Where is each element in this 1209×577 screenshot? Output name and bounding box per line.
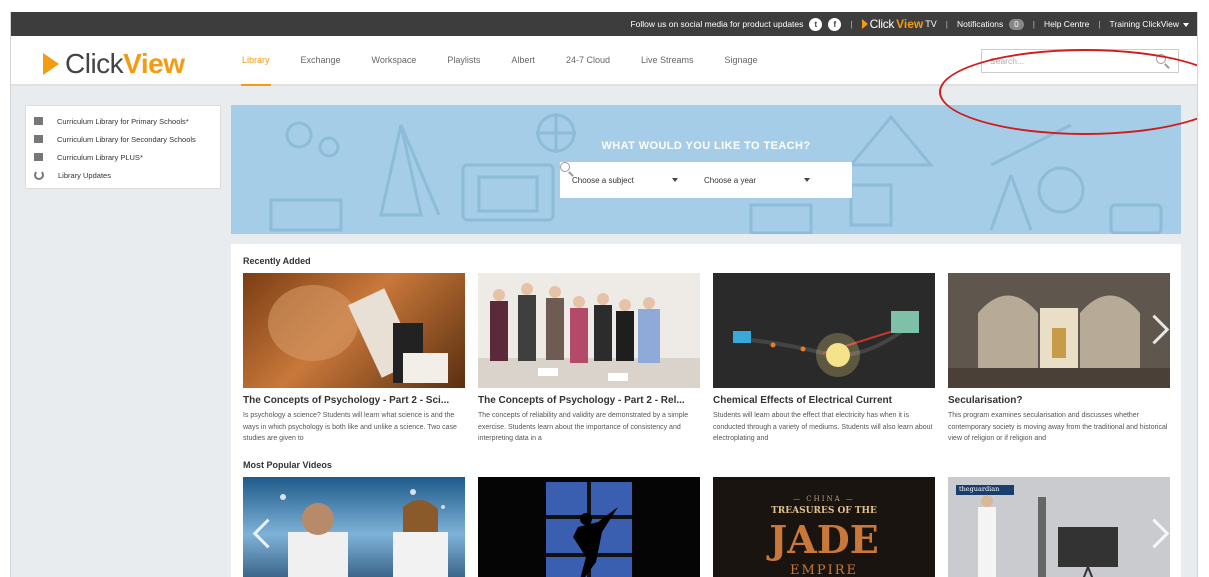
carousel-next-arrow[interactable] [1142, 313, 1164, 349]
jade-empire-text: EMPIRE [790, 563, 858, 577]
video-description: This program examines secularisation and… [948, 412, 1168, 442]
nav-live-streams[interactable]: Live Streams [640, 36, 695, 86]
nav-cloud[interactable]: 24-7 Cloud [565, 36, 611, 86]
nav-albert[interactable]: Albert [510, 36, 536, 86]
video-title[interactable]: The Concepts of Psychology - Part 2 - Sc… [243, 395, 465, 406]
refresh-icon [34, 170, 44, 180]
year-select[interactable]: Choose a year [692, 176, 824, 185]
chevron-down-icon [804, 177, 810, 182]
church-interior-image [948, 273, 1170, 388]
chevron-down-icon [1183, 23, 1189, 27]
video-card[interactable] [478, 477, 700, 577]
nav-library[interactable]: Library [241, 36, 271, 86]
twitter-icon[interactable]: t [809, 17, 823, 31]
video-card[interactable] [243, 477, 465, 577]
user-name: Training ClickView [1109, 19, 1179, 29]
logo-play-icon [43, 53, 59, 75]
video-thumbnail[interactable]: theguardian [948, 477, 1170, 577]
sidebar-item-label: Curriculum Library for Primary Schools* [57, 116, 189, 126]
play-triangle-icon [861, 19, 868, 29]
video-card[interactable]: theguardian [948, 477, 1170, 577]
sidebar-item-secondary[interactable]: Curriculum Library for Secondary Schools [32, 130, 212, 148]
video-card[interactable]: Chemical Effects of Electrical Current S… [713, 273, 935, 445]
jade-treasures-text: TREASURES OF THE [771, 506, 877, 516]
sidebar-item-plus[interactable]: Curriculum Library PLUS* [32, 148, 212, 166]
sidebar-item-label: Library Updates [58, 170, 111, 180]
help-centre-link[interactable]: Help Centre [1044, 19, 1089, 29]
video-description: The concepts of reliability and validity… [478, 412, 689, 442]
video-title[interactable]: The Concepts of Psychology - Part 2 - Re… [478, 395, 700, 406]
video-description: Is psychology a science? Students will l… [243, 412, 457, 442]
sidebar-item-label: Curriculum Library for Secondary Schools [57, 134, 196, 144]
teach-filter: Choose a subject Choose a year [560, 162, 852, 198]
most-popular-title: Most Popular Videos [243, 460, 332, 470]
recently-added-title: Recently Added [243, 256, 311, 266]
jade-china-text: — CHINA — [793, 495, 855, 503]
separator: | [945, 19, 948, 29]
sidebar-item-primary[interactable]: Curriculum Library for Primary Schools* [32, 112, 212, 130]
sidebar-item-label: Curriculum Library PLUS* [57, 152, 143, 162]
logo-click-text: Click [65, 48, 124, 79]
microscope-image [268, 285, 448, 383]
subject-select[interactable]: Choose a subject [560, 176, 692, 185]
separator: | [1032, 19, 1035, 29]
video-title[interactable]: Chemical Effects of Electrical Current [713, 395, 935, 406]
video-card[interactable]: — CHINA — TREASURES OF THE JADE EMPIRE [713, 477, 935, 577]
video-thumbnail[interactable] [243, 477, 465, 577]
library-stack-icon [32, 135, 43, 145]
video-card[interactable]: The Concepts of Psychology - Part 2 - Re… [478, 273, 700, 445]
video-card[interactable]: Secularisation? This program examines se… [948, 273, 1170, 445]
video-thumbnail[interactable]: — CHINA — TREASURES OF THE JADE EMPIRE [713, 477, 935, 577]
video-title[interactable]: Secularisation? [948, 395, 1170, 406]
social-media-text: Follow us on social media for product up… [630, 19, 804, 29]
video-card[interactable]: The Concepts of Psychology - Part 2 - Sc… [243, 273, 465, 445]
video-content: Recently Added The Concepts of Psycholog… [231, 244, 1181, 577]
clickview-logo[interactable]: ClickView [43, 48, 185, 80]
carousel-next-arrow[interactable] [1142, 517, 1164, 553]
video-thumbnail[interactable] [243, 273, 465, 388]
sidebar-item-updates[interactable]: Library Updates [34, 166, 212, 184]
separator: | [850, 19, 853, 29]
top-bar: Follow us on social media for product up… [11, 12, 1197, 36]
notifications-count-badge[interactable]: 0 [1009, 18, 1024, 30]
subject-select-label: Choose a subject [572, 175, 634, 185]
library-stack-icon [32, 153, 43, 163]
guardian-logo-text: theguardian [959, 485, 1000, 493]
year-select-label: Choose a year [704, 175, 757, 185]
jade-title-text: JADE [769, 517, 879, 562]
video-thumbnail[interactable] [713, 273, 935, 388]
nav-workspace[interactable]: Workspace [371, 36, 418, 86]
dancer-silhouette-image [546, 482, 632, 577]
facebook-icon[interactable]: f [828, 17, 842, 31]
nav-exchange[interactable]: Exchange [300, 36, 342, 86]
carousel-prev-arrow[interactable] [249, 517, 271, 553]
logo-view-text: View [123, 48, 185, 79]
clickview-tv-link[interactable]: Click View TV [861, 17, 937, 31]
video-thumbnail[interactable] [478, 273, 700, 388]
video-thumbnail[interactable] [478, 477, 700, 577]
banner-title: WHAT WOULD YOU LIKE TO TEACH? [601, 140, 811, 152]
library-sidebar: Curriculum Library for Primary Schools* … [25, 105, 221, 189]
main-nav: Library Exchange Workspace Playlists Alb… [241, 36, 788, 86]
nav-playlists[interactable]: Playlists [446, 36, 481, 86]
user-menu[interactable]: Training ClickView [1110, 19, 1189, 29]
nav-signage[interactable]: Signage [724, 36, 759, 86]
video-thumbnail[interactable] [948, 273, 1170, 388]
notifications-link[interactable]: Notifications [957, 19, 1003, 29]
library-stack-icon [32, 117, 43, 127]
circuit-image [713, 273, 935, 388]
app-frame: Follow us on social media for product up… [10, 12, 1198, 577]
video-description: Students will learn about the effect tha… [713, 412, 933, 442]
students-group-image [478, 283, 700, 388]
chevron-down-icon [672, 177, 678, 182]
separator: | [1098, 19, 1101, 29]
